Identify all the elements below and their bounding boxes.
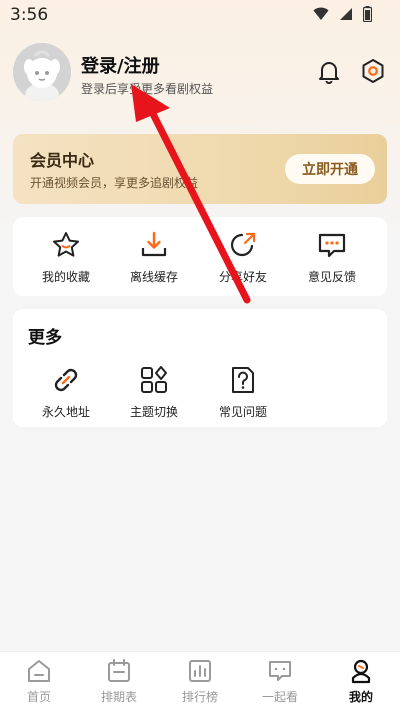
link-icon [54, 368, 78, 392]
favorites-button[interactable]: 我的收藏 [21, 230, 111, 285]
signal-icon [340, 8, 352, 20]
watch-together-icon [269, 661, 291, 681]
theme-icon [141, 366, 167, 393]
share-icon [230, 232, 256, 257]
status-bar: 3:56 [0, 0, 400, 30]
open-vip-button[interactable]: 立即开通 [285, 154, 375, 184]
ranking-icon [189, 660, 211, 682]
calendar-icon [108, 659, 130, 682]
tab-ranking[interactable]: 排行榜 [165, 658, 235, 705]
permanent-address-label: 永久地址 [41, 405, 90, 419]
tab-home-label: 首页 [26, 690, 51, 704]
battery-icon [363, 6, 372, 22]
feedback-label: 意见反馈 [307, 270, 356, 284]
feedback-button[interactable]: 意见反馈 [287, 230, 377, 285]
vip-title: 会员中心 [30, 151, 95, 170]
feedback-icon [318, 233, 346, 258]
offline-cache-label: 离线缓存 [129, 270, 178, 284]
more-title: 更多 [28, 328, 62, 348]
offline-cache-button[interactable]: 离线缓存 [109, 230, 199, 285]
tab-mine-label: 我的 [348, 690, 373, 704]
tab-watch-together-label: 一起看 [261, 690, 298, 704]
avatar-mascot-icon [13, 43, 71, 101]
login-subtitle: 登录后享受更多看剧权益 [81, 82, 214, 96]
star-icon [53, 232, 79, 257]
more-card: 更多 永久地址 主题切换 常见问题 [13, 309, 387, 427]
vip-center-card[interactable]: 会员中心 开通视频会员，享更多追剧权益 立即开通 [13, 134, 387, 204]
share-friends-button[interactable]: 分享好友 [198, 230, 288, 285]
profile-icon [351, 659, 371, 684]
bottom-tab-bar: 首页 排期表 排行榜 一起看 我的 [0, 651, 400, 712]
tab-watch-together[interactable]: 一起看 [245, 658, 315, 705]
vip-subtitle: 开通视频会员，享更多追剧权益 [30, 176, 199, 190]
home-icon [28, 660, 50, 682]
faq-icon [232, 367, 254, 393]
tab-ranking-label: 排行榜 [181, 690, 218, 704]
favorites-label: 我的收藏 [41, 270, 90, 284]
wifi-icon [313, 7, 329, 20]
settings-icon[interactable] [360, 58, 386, 84]
theme-switch-label: 主题切换 [129, 405, 178, 419]
faq-label: 常见问题 [218, 405, 267, 419]
status-icons [313, 6, 372, 22]
share-friends-label: 分享好友 [218, 270, 267, 284]
permanent-address-button[interactable]: 永久地址 [21, 365, 111, 420]
login-register-title[interactable]: 登录/注册 [81, 52, 160, 78]
quick-actions-card: 我的收藏 离线缓存 分享好友 意见反馈 [13, 217, 387, 296]
theme-switch-button[interactable]: 主题切换 [109, 365, 199, 420]
header-background [0, 0, 400, 240]
bell-icon[interactable] [316, 58, 342, 84]
download-icon [141, 231, 167, 257]
faq-button[interactable]: 常见问题 [198, 365, 288, 420]
tab-home[interactable]: 首页 [4, 658, 74, 705]
tab-schedule[interactable]: 排期表 [84, 658, 154, 705]
tab-mine[interactable]: 我的 [326, 658, 396, 705]
avatar[interactable] [13, 43, 71, 101]
tab-schedule-label: 排期表 [100, 690, 137, 704]
status-time: 3:56 [10, 5, 49, 25]
